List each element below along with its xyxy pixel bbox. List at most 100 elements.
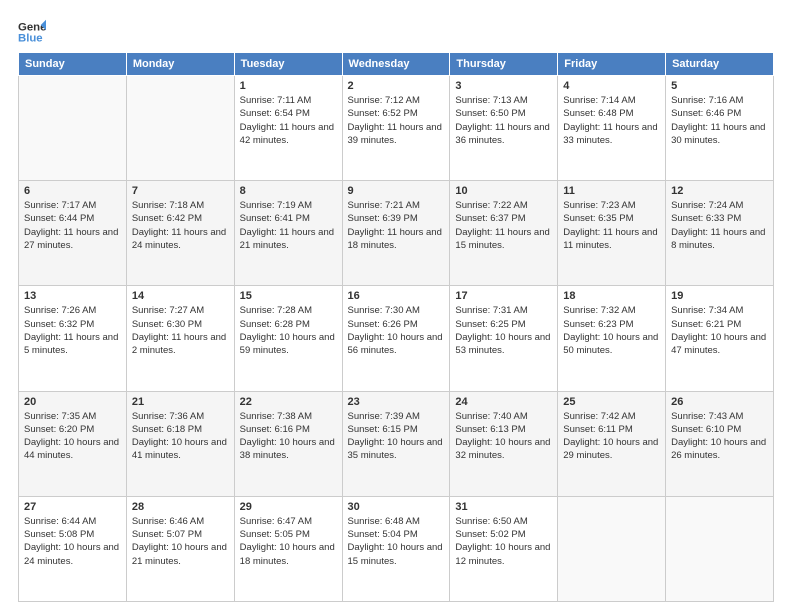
day-number: 26	[671, 396, 768, 408]
day-info: Sunrise: 7:36 AM Sunset: 6:18 PM Dayligh…	[132, 410, 229, 463]
calendar-cell: 7 Sunrise: 7:18 AM Sunset: 6:42 PM Daylig…	[126, 181, 234, 286]
calendar-cell: 2 Sunrise: 7:12 AM Sunset: 6:52 PM Daylig…	[342, 76, 450, 181]
day-info: Sunrise: 6:50 AM Sunset: 5:02 PM Dayligh…	[455, 515, 552, 568]
day-info: Sunrise: 7:17 AM Sunset: 6:44 PM Dayligh…	[24, 199, 121, 252]
calendar-cell: 28 Sunrise: 6:46 AM Sunset: 5:07 PM Dayli…	[126, 496, 234, 601]
day-info: Sunrise: 7:30 AM Sunset: 6:26 PM Dayligh…	[348, 304, 445, 357]
day-number: 4	[563, 80, 660, 92]
calendar-week-row: 6 Sunrise: 7:17 AM Sunset: 6:44 PM Daylig…	[19, 181, 774, 286]
calendar-day-header: Sunday	[19, 53, 127, 76]
logo: General Blue	[18, 18, 46, 46]
calendar-cell: 12 Sunrise: 7:24 AM Sunset: 6:33 PM Dayli…	[666, 181, 774, 286]
day-info: Sunrise: 7:40 AM Sunset: 6:13 PM Dayligh…	[455, 410, 552, 463]
calendar-cell: 22Sunrise: 7:38 AM Sunset: 6:16 PM Dayli…	[234, 391, 342, 496]
calendar-cell	[666, 496, 774, 601]
day-info: Sunrise: 7:35 AM Sunset: 6:20 PM Dayligh…	[24, 410, 121, 463]
day-info: Sunrise: 6:44 AM Sunset: 5:08 PM Dayligh…	[24, 515, 121, 568]
calendar-cell	[126, 76, 234, 181]
calendar-cell: 11 Sunrise: 7:23 AM Sunset: 6:35 PM Dayli…	[558, 181, 666, 286]
day-info: Sunrise: 7:21 AM Sunset: 6:39 PM Dayligh…	[348, 199, 445, 252]
day-info: Sunrise: 7:26 AM Sunset: 6:32 PM Dayligh…	[24, 304, 121, 357]
day-number: 25	[563, 396, 660, 408]
day-number: 30	[348, 501, 445, 513]
day-number: 31	[455, 501, 552, 513]
calendar-cell: 19 Sunrise: 7:34 AM Sunset: 6:21 PM Dayli…	[666, 286, 774, 391]
calendar-week-row: 27 Sunrise: 6:44 AM Sunset: 5:08 PM Dayli…	[19, 496, 774, 601]
day-info: Sunrise: 6:46 AM Sunset: 5:07 PM Dayligh…	[132, 515, 229, 568]
day-info: Sunrise: 7:13 AM Sunset: 6:50 PM Dayligh…	[455, 94, 552, 147]
calendar-cell: 24 Sunrise: 7:40 AM Sunset: 6:13 PM Dayli…	[450, 391, 558, 496]
day-number: 24	[455, 396, 552, 408]
day-number: 23	[348, 396, 445, 408]
day-number: 2	[348, 80, 445, 92]
day-number: 27	[24, 501, 121, 513]
calendar-header-row: SundayMondayTuesdayWednesdayThursdayFrid…	[19, 53, 774, 76]
day-number: 17	[455, 290, 552, 302]
calendar-day-header: Tuesday	[234, 53, 342, 76]
calendar-cell: 1 Sunrise: 7:11 AM Sunset: 6:54 PM Daylig…	[234, 76, 342, 181]
day-number: 15	[240, 290, 337, 302]
calendar-day-header: Friday	[558, 53, 666, 76]
calendar-week-row: 20 Sunrise: 7:35 AM Sunset: 6:20 PM Dayli…	[19, 391, 774, 496]
day-number: 21	[132, 396, 229, 408]
logo-icon: General Blue	[18, 18, 46, 46]
calendar-day-header: Saturday	[666, 53, 774, 76]
page-header: General Blue	[18, 18, 774, 46]
day-info: Sunrise: 7:23 AM Sunset: 6:35 PM Dayligh…	[563, 199, 660, 252]
calendar-cell: 13Sunrise: 7:26 AM Sunset: 6:32 PM Dayli…	[19, 286, 127, 391]
day-info: Sunrise: 7:38 AM Sunset: 6:16 PM Dayligh…	[240, 410, 337, 463]
calendar-week-row: 1 Sunrise: 7:11 AM Sunset: 6:54 PM Daylig…	[19, 76, 774, 181]
calendar-day-header: Wednesday	[342, 53, 450, 76]
day-number: 8	[240, 185, 337, 197]
calendar-week-row: 13Sunrise: 7:26 AM Sunset: 6:32 PM Dayli…	[19, 286, 774, 391]
day-number: 7	[132, 185, 229, 197]
day-number: 16	[348, 290, 445, 302]
day-number: 18	[563, 290, 660, 302]
calendar-cell: 16 Sunrise: 7:30 AM Sunset: 6:26 PM Dayli…	[342, 286, 450, 391]
calendar-cell: 5 Sunrise: 7:16 AM Sunset: 6:46 PM Daylig…	[666, 76, 774, 181]
calendar-cell	[19, 76, 127, 181]
day-info: Sunrise: 7:19 AM Sunset: 6:41 PM Dayligh…	[240, 199, 337, 252]
svg-text:Blue: Blue	[18, 33, 43, 45]
calendar-cell: 3Sunrise: 7:13 AM Sunset: 6:50 PM Daylig…	[450, 76, 558, 181]
calendar-cell: 27 Sunrise: 6:44 AM Sunset: 5:08 PM Dayli…	[19, 496, 127, 601]
day-info: Sunrise: 7:32 AM Sunset: 6:23 PM Dayligh…	[563, 304, 660, 357]
day-number: 11	[563, 185, 660, 197]
day-number: 6	[24, 185, 121, 197]
calendar-day-header: Monday	[126, 53, 234, 76]
calendar-cell: 30Sunrise: 6:48 AM Sunset: 5:04 PM Dayli…	[342, 496, 450, 601]
calendar-cell: 14Sunrise: 7:27 AM Sunset: 6:30 PM Dayli…	[126, 286, 234, 391]
calendar-cell: 29Sunrise: 6:47 AM Sunset: 5:05 PM Dayli…	[234, 496, 342, 601]
day-number: 19	[671, 290, 768, 302]
calendar-cell: 26 Sunrise: 7:43 AM Sunset: 6:10 PM Dayli…	[666, 391, 774, 496]
calendar-table: SundayMondayTuesdayWednesdayThursdayFrid…	[18, 52, 774, 602]
day-number: 29	[240, 501, 337, 513]
calendar-cell: 6 Sunrise: 7:17 AM Sunset: 6:44 PM Daylig…	[19, 181, 127, 286]
day-info: Sunrise: 7:43 AM Sunset: 6:10 PM Dayligh…	[671, 410, 768, 463]
day-info: Sunrise: 7:18 AM Sunset: 6:42 PM Dayligh…	[132, 199, 229, 252]
day-info: Sunrise: 7:12 AM Sunset: 6:52 PM Dayligh…	[348, 94, 445, 147]
day-number: 20	[24, 396, 121, 408]
day-number: 5	[671, 80, 768, 92]
day-info: Sunrise: 7:39 AM Sunset: 6:15 PM Dayligh…	[348, 410, 445, 463]
day-number: 1	[240, 80, 337, 92]
day-info: Sunrise: 7:27 AM Sunset: 6:30 PM Dayligh…	[132, 304, 229, 357]
day-info: Sunrise: 7:31 AM Sunset: 6:25 PM Dayligh…	[455, 304, 552, 357]
day-number: 12	[671, 185, 768, 197]
day-number: 10	[455, 185, 552, 197]
calendar-cell: 4Sunrise: 7:14 AM Sunset: 6:48 PM Daylig…	[558, 76, 666, 181]
day-number: 9	[348, 185, 445, 197]
calendar-cell: 10 Sunrise: 7:22 AM Sunset: 6:37 PM Dayli…	[450, 181, 558, 286]
calendar-cell: 18 Sunrise: 7:32 AM Sunset: 6:23 PM Dayli…	[558, 286, 666, 391]
calendar-cell: 8 Sunrise: 7:19 AM Sunset: 6:41 PM Daylig…	[234, 181, 342, 286]
day-info: Sunrise: 7:28 AM Sunset: 6:28 PM Dayligh…	[240, 304, 337, 357]
calendar-cell: 20 Sunrise: 7:35 AM Sunset: 6:20 PM Dayli…	[19, 391, 127, 496]
day-number: 28	[132, 501, 229, 513]
day-info: Sunrise: 7:22 AM Sunset: 6:37 PM Dayligh…	[455, 199, 552, 252]
calendar-day-header: Thursday	[450, 53, 558, 76]
day-info: Sunrise: 7:16 AM Sunset: 6:46 PM Dayligh…	[671, 94, 768, 147]
day-info: Sunrise: 7:24 AM Sunset: 6:33 PM Dayligh…	[671, 199, 768, 252]
day-info: Sunrise: 7:11 AM Sunset: 6:54 PM Dayligh…	[240, 94, 337, 147]
calendar-cell: 9 Sunrise: 7:21 AM Sunset: 6:39 PM Daylig…	[342, 181, 450, 286]
day-info: Sunrise: 7:34 AM Sunset: 6:21 PM Dayligh…	[671, 304, 768, 357]
